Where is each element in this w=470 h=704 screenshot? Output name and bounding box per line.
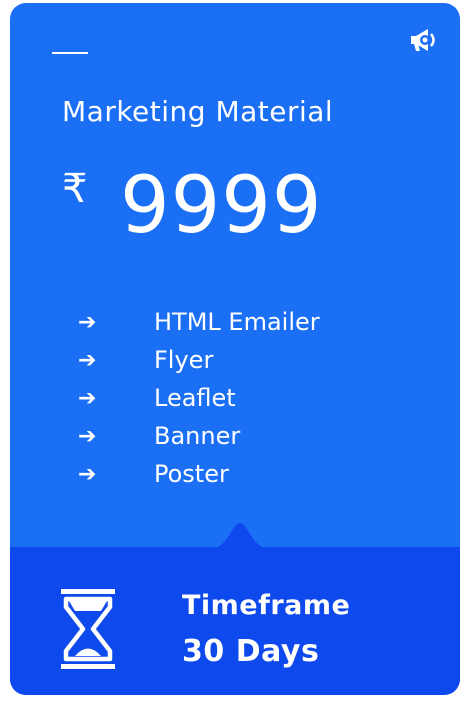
feature-label: HTML Emailer: [154, 308, 320, 336]
currency-symbol: ₹: [62, 166, 88, 212]
arrow-right-icon: ➔: [78, 347, 97, 373]
arrow-right-icon: ➔: [78, 423, 97, 449]
feature-label: Banner: [154, 422, 241, 450]
feature-label: Poster: [154, 460, 229, 488]
feature-list: ➔ HTML Emailer ➔ Flyer ➔ Leaflet ➔ Banne…: [78, 303, 320, 493]
feature-label: Flyer: [154, 346, 214, 374]
arrow-right-icon: ➔: [78, 309, 97, 335]
plan-price: 9999: [120, 161, 323, 251]
feature-item: ➔ Flyer: [78, 341, 320, 379]
arrow-right-icon: ➔: [78, 461, 97, 487]
feature-item: ➔ Leaflet: [78, 379, 320, 417]
megaphone-icon: [411, 29, 435, 51]
feature-item: ➔ Poster: [78, 455, 320, 493]
timeframe-value: 30 Days: [182, 634, 320, 669]
footer-notch: [210, 523, 270, 549]
feature-item: ➔ Banner: [78, 417, 320, 455]
decorative-dash: [52, 52, 88, 54]
arrow-right-icon: ➔: [78, 385, 97, 411]
feature-item: ➔ HTML Emailer: [78, 303, 320, 341]
feature-label: Leaflet: [154, 384, 236, 412]
timeframe-label: Timeframe: [182, 590, 351, 621]
plan-title: Marketing Material: [62, 95, 334, 128]
pricing-card: Marketing Material ₹ 9999 ➔ HTML Emailer…: [10, 3, 460, 695]
hourglass-icon: [61, 589, 115, 669]
